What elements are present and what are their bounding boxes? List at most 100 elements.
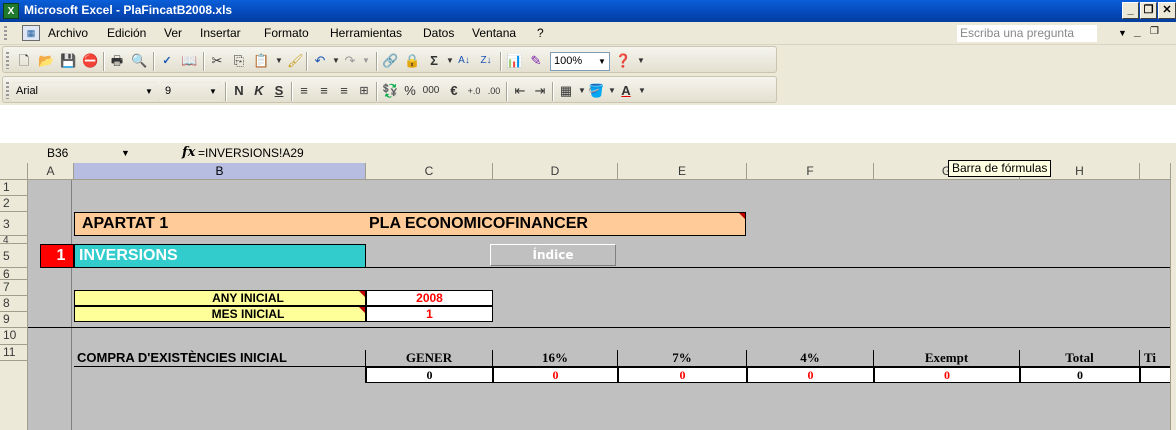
close-button[interactable]: ✕: [1158, 2, 1176, 19]
menu-insertar[interactable]: Insertar: [200, 26, 241, 40]
underline-button[interactable]: S: [271, 83, 287, 99]
table-cell-total[interactable]: 0: [1020, 367, 1140, 383]
row-header-5[interactable]: 5: [0, 244, 28, 268]
row-header-8[interactable]: 8: [0, 296, 28, 312]
row-header-2[interactable]: 2: [0, 196, 28, 212]
zoom-select[interactable]: 100% ▼: [550, 52, 610, 71]
column-header-a[interactable]: A: [28, 163, 74, 180]
percent-style-button[interactable]: %: [402, 83, 418, 99]
column-header-b[interactable]: B: [74, 163, 366, 180]
ask-question-input[interactable]: Escriba una pregunta: [957, 25, 1097, 42]
table-cell-16[interactable]: 0: [493, 367, 618, 383]
chevron-down-icon[interactable]: ▼: [595, 53, 609, 70]
menu-grip-handle[interactable]: [4, 26, 7, 41]
paste-icon[interactable]: 📋: [253, 53, 269, 69]
merge-center-icon[interactable]: ⊞: [356, 83, 372, 99]
table-header-exempt[interactable]: Exempt: [874, 350, 1020, 367]
row-header-3[interactable]: 3: [0, 212, 28, 236]
sort-descending-icon[interactable]: Z↓: [478, 53, 494, 69]
research-icon[interactable]: 📖: [181, 53, 197, 69]
row-header-12[interactable]: [0, 361, 28, 430]
row-header-7[interactable]: 7: [0, 280, 28, 296]
italic-button[interactable]: K: [251, 83, 267, 99]
row-header-4[interactable]: 4: [0, 236, 28, 246]
new-icon[interactable]: 🗋: [16, 53, 32, 69]
font-name-select[interactable]: Arial ▼: [12, 82, 157, 101]
index-button[interactable]: Índice: [490, 244, 616, 266]
align-right-icon[interactable]: ≡: [336, 83, 352, 99]
column-header-f[interactable]: F: [747, 163, 874, 180]
worksheet-grid[interactable]: A B C D E F G H Barra de fórmulas 1 2 3 …: [0, 160, 1176, 430]
row-header-6[interactable]: 6: [0, 268, 28, 280]
decrease-decimal-icon[interactable]: .00: [486, 83, 502, 99]
select-all-button[interactable]: [0, 163, 28, 180]
table-cell-gener[interactable]: 0: [366, 367, 493, 383]
save-icon[interactable]: 💾: [60, 53, 76, 69]
ask-dropdown-icon[interactable]: ▼: [1118, 28, 1127, 38]
permission-icon[interactable]: ⛔: [82, 53, 98, 69]
chevron-down-icon[interactable]: ▼: [206, 83, 220, 100]
menu-formato[interactable]: Formato: [264, 26, 309, 40]
menu-edicion[interactable]: Edición: [107, 26, 146, 40]
cut-icon[interactable]: ✂: [209, 53, 225, 69]
doc-minimize-icon[interactable]: _: [1134, 24, 1141, 38]
table-header-total[interactable]: Total: [1020, 350, 1140, 367]
doc-restore-icon[interactable]: ❐: [1150, 26, 1159, 37]
table-header-16[interactable]: 16%: [493, 350, 618, 367]
column-header-d[interactable]: D: [493, 163, 618, 180]
menu-ver[interactable]: Ver: [164, 26, 182, 40]
vertical-scrollbar[interactable]: [1170, 163, 1176, 430]
undo-icon[interactable]: ↶: [312, 53, 328, 69]
font-color-icon[interactable]: A: [618, 83, 634, 99]
section-title-cell[interactable]: INVERSIONS: [74, 244, 366, 268]
menu-herramientas[interactable]: Herramientas: [330, 26, 402, 40]
bold-button[interactable]: N: [231, 83, 247, 99]
drawing-icon[interactable]: 🔒: [404, 53, 420, 69]
font-size-select[interactable]: 9 ▼: [161, 82, 221, 101]
drawing-toolbar-icon[interactable]: ✎: [528, 53, 544, 69]
insert-function-icon[interactable]: fx: [182, 143, 195, 163]
help-icon[interactable]: ❓: [615, 53, 631, 69]
toolbar-grip-handle[interactable]: [6, 82, 9, 99]
redo-dropdown-icon[interactable]: ▼: [358, 53, 374, 69]
section-number-cell[interactable]: 1: [40, 244, 74, 268]
redo-icon[interactable]: ↷: [342, 53, 358, 69]
row-header-9[interactable]: 9: [0, 312, 28, 328]
print-icon[interactable]: 🖶: [109, 53, 125, 69]
increase-decimal-icon[interactable]: +.0: [466, 83, 482, 99]
table-header-4[interactable]: 4%: [747, 350, 874, 367]
spelling-icon[interactable]: ✓: [159, 53, 175, 69]
print-preview-icon[interactable]: 🔍: [131, 53, 147, 69]
sort-ascending-icon[interactable]: A↓: [456, 53, 472, 69]
name-box-chevron-down-icon[interactable]: ▼: [121, 144, 130, 162]
align-center-icon[interactable]: ≡: [316, 83, 332, 99]
table-header-7[interactable]: 7%: [618, 350, 747, 367]
menu-ventana[interactable]: Ventana: [472, 26, 516, 40]
autosum-icon[interactable]: Σ: [426, 53, 442, 69]
paste-dropdown-icon[interactable]: ▼: [271, 53, 287, 69]
table-cell-4[interactable]: 0: [747, 367, 874, 383]
euro-button[interactable]: €: [446, 83, 462, 99]
table-cell-7[interactable]: 0: [618, 367, 747, 383]
comma-style-button[interactable]: 000: [420, 83, 442, 99]
insert-hyperlink-icon[interactable]: 🔗: [382, 53, 398, 69]
currency-format-icon[interactable]: 💱: [382, 83, 398, 99]
column-header-c[interactable]: C: [366, 163, 493, 180]
decrease-indent-icon[interactable]: ⇤: [512, 83, 528, 99]
formula-input[interactable]: =INVERSIONS!A29: [198, 143, 304, 163]
fill-color-icon[interactable]: 🪣: [588, 83, 604, 99]
table-cell-exempt[interactable]: 0: [874, 367, 1020, 383]
menu-datos[interactable]: Datos: [423, 26, 454, 40]
mes-inicial-input[interactable]: 1: [366, 306, 493, 322]
table-row-label-empty[interactable]: [74, 367, 366, 383]
row-header-10[interactable]: 10: [0, 328, 28, 345]
any-inicial-input[interactable]: 2008: [366, 290, 493, 306]
increase-indent-icon[interactable]: ⇥: [532, 83, 548, 99]
open-icon[interactable]: 📂: [38, 53, 54, 69]
font-color-dropdown-icon[interactable]: ▼: [634, 83, 650, 99]
table-header-gener[interactable]: GENER: [366, 350, 493, 367]
apartat-banner[interactable]: APARTAT 1 PLA ECONOMICOFINANCER: [74, 212, 746, 236]
borders-icon[interactable]: ▦: [558, 83, 574, 99]
minimize-button[interactable]: _: [1122, 2, 1139, 19]
table-row-label[interactable]: COMPRA D'EXISTÈNCIES INICIAL: [74, 350, 366, 367]
